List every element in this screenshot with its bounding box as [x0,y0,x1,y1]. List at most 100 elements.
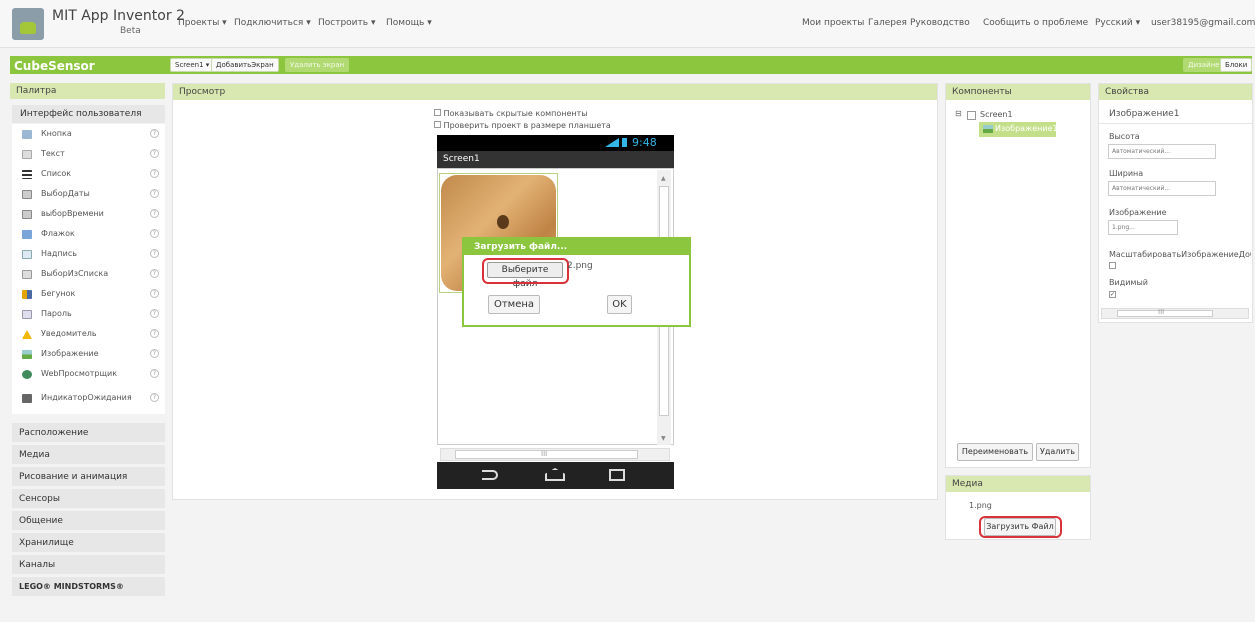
textbox-icon [22,150,32,159]
height-field[interactable]: Автоматический... [1108,144,1216,159]
palette-item-checkbox[interactable]: Флажок? [12,224,165,244]
width-field[interactable]: Автоматический... [1108,181,1216,196]
palette-item-image[interactable]: Изображение? [12,344,165,364]
palette-item-timepicker[interactable]: выборВремени? [12,204,165,224]
tablet-size-checkbox[interactable] [434,121,441,128]
divider [1099,123,1252,124]
scale-picture-checkbox[interactable] [1109,262,1116,269]
cancel-button[interactable]: Отмена [488,295,540,314]
phone-horizontal-scroll-thumb[interactable]: III [455,450,638,459]
palette-category-sensors[interactable]: Сенсоры [12,488,165,508]
palette-item-password[interactable]: Пароль? [12,304,165,324]
palette-category-lego[interactable]: LEGO® MINDSTORMS® [12,576,165,596]
collapse-toggle-icon[interactable]: ⊟ [955,109,962,118]
palette-item-notifier[interactable]: Уведомитель? [12,324,165,344]
status-time: 9:48 [632,136,657,149]
help-icon[interactable]: ? [150,189,159,198]
show-hidden-checkbox[interactable] [434,109,441,116]
menu-projects[interactable]: Проекты ▾ [178,18,227,28]
help-icon[interactable]: ? [150,149,159,158]
my-projects-link[interactable]: Мои проекты [802,18,864,28]
properties-horizontal-scrollbar[interactable]: III [1101,308,1249,319]
help-icon[interactable]: ? [150,229,159,238]
calendar-icon [22,190,32,199]
report-problem-link[interactable]: Сообщить о проблеме [983,18,1088,28]
help-icon[interactable]: ? [150,129,159,138]
visible-checkbox[interactable]: ✓ [1109,291,1116,298]
highlight-upload-file [979,516,1062,538]
viewer-title: Просмотр [173,84,937,100]
remove-screen-button[interactable]: Удалить экран [285,58,350,72]
signal-icon [605,138,619,147]
palette-item-listpicker[interactable]: ВыборИзСписка? [12,264,165,284]
help-icon[interactable]: ? [150,393,159,402]
help-icon[interactable]: ? [150,169,159,178]
rename-button[interactable]: Переименовать [957,443,1033,461]
gallery-link[interactable]: Галерея [868,18,907,28]
palette-item-webviewer[interactable]: WebПросмотрщик? [12,364,165,384]
palette-item-datepicker[interactable]: ВыборДаты? [12,184,165,204]
component-tree-image1[interactable]: Изображение1 [979,122,1058,137]
palette-category-connectivity[interactable]: Каналы [12,554,165,574]
delete-button[interactable]: Удалить [1036,443,1079,461]
properties-title: Свойства [1099,84,1252,100]
app-title: MIT App Inventor 2 [52,8,185,24]
add-screen-button[interactable]: ДобавитьЭкран [211,58,279,72]
help-icon[interactable]: ? [150,269,159,278]
width-label: Ширина [1109,169,1144,178]
palette-item-textbox[interactable]: Текст? [12,144,165,164]
palette-category-ui[interactable]: Интерфейс пользователя [12,105,165,123]
label-icon [22,250,32,259]
recent-apps-icon [609,469,625,481]
scroll-grip: III [541,450,548,458]
menu-help[interactable]: Помощь ▾ [386,18,432,28]
height-label: Высота [1109,132,1140,141]
beta-label: Beta [120,26,141,36]
help-icon[interactable]: ? [150,369,159,378]
list-icon [22,170,32,179]
image-picker[interactable]: 1.png... [1108,220,1178,235]
help-icon[interactable]: ? [150,249,159,258]
palette-category-storage[interactable]: Хранилище [12,532,165,552]
media-file-item[interactable]: 1.png [969,501,992,510]
guide-link[interactable]: Руководство [910,18,970,28]
menu-build[interactable]: Построить ▾ [318,18,375,28]
palette-item-slider[interactable]: Бегунок? [12,284,165,304]
scroll-down-arrow-icon[interactable]: ▼ [661,435,666,442]
properties-scroll-thumb[interactable] [1117,310,1213,317]
listpicker-icon [22,270,32,279]
help-icon[interactable]: ? [150,309,159,318]
back-icon [482,470,498,480]
language-menu[interactable]: Русский ▾ [1095,18,1140,28]
scroll-up-arrow-icon[interactable]: ▲ [661,175,666,182]
palette-item-label[interactable]: Надпись? [12,244,165,264]
help-icon[interactable]: ? [150,289,159,298]
palette-item-button[interactable]: Кнопка? [12,124,165,144]
project-name: CubeSensor [14,59,95,73]
highlight-choose-file [482,258,569,284]
palette-title: Палитра [10,83,165,99]
visible-label: Видимый [1109,278,1148,287]
palette-category-layout[interactable]: Расположение [12,422,165,442]
component-tree-screen1[interactable]: Screen1 [980,110,1013,119]
app-inventor-logo-icon[interactable] [12,8,44,40]
tablet-size-option[interactable]: Проверить проект в размере планшета [434,121,611,130]
ok-button[interactable]: OK [607,295,632,314]
help-icon[interactable]: ? [150,349,159,358]
palette-category-social[interactable]: Общение [12,510,165,530]
help-icon[interactable]: ? [150,329,159,338]
show-hidden-option[interactable]: Показывать скрытые компоненты [434,109,588,118]
palette-item-spinner[interactable]: ИндикаторОжидания? [12,388,165,408]
palette-category-drawing[interactable]: Рисование и анимация [12,466,165,486]
selected-component-name: Изображение1 [1109,109,1180,119]
palette-item-listview[interactable]: Список? [12,164,165,184]
user-menu[interactable]: user38195@gmail.com ▾ [1151,18,1255,28]
components-panel: Компоненты [945,83,1091,468]
palette-category-media[interactable]: Медиа [12,444,165,464]
help-icon[interactable]: ? [150,209,159,218]
components-title: Компоненты [946,84,1090,100]
menu-connect[interactable]: Подключиться ▾ [234,18,311,28]
phone-nav-bar [437,462,674,489]
screen-select[interactable]: Screen1 ▾ [170,58,215,72]
blocks-button[interactable]: Блоки [1220,58,1253,72]
